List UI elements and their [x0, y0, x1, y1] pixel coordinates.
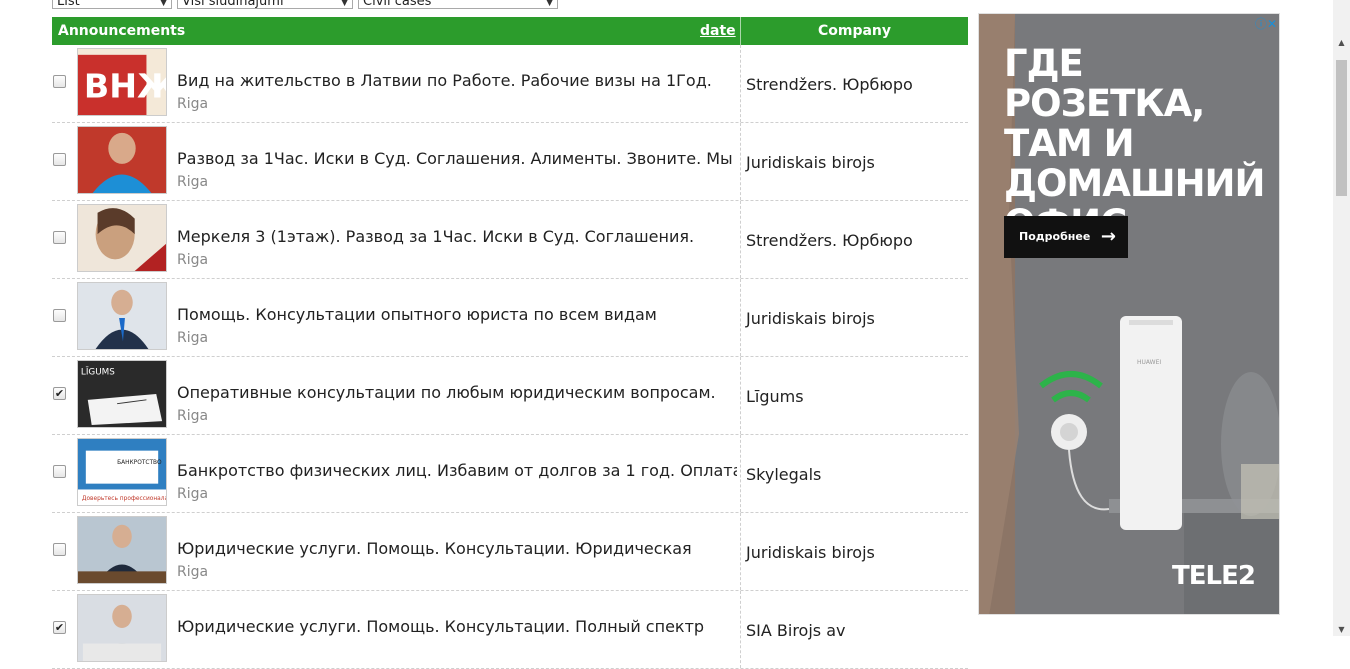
svg-text:ВНЖ: ВНЖ: [84, 67, 166, 106]
table-body: ВНЖ Вид на жительство в Латвии по Работе.…: [52, 45, 968, 669]
row-title-link[interactable]: Вид на жительство в Латвии по Работе. Ра…: [177, 71, 737, 90]
table-row[interactable]: Меркеля 3 (1этаж). Развод за 1Час. Иски …: [52, 201, 968, 279]
table-row[interactable]: Помощь. Консультации опытного юриста по …: [52, 279, 968, 357]
row-checkbox[interactable]: [53, 75, 66, 88]
row-checkbox[interactable]: ✔: [53, 387, 66, 400]
row-title-link[interactable]: Оперативные консультации по любым юридич…: [177, 383, 737, 402]
row-checkbox[interactable]: [53, 231, 66, 244]
page-scrollbar[interactable]: ▲ ▼: [1333, 0, 1350, 636]
chevron-down-icon: ▼: [341, 0, 348, 8]
svg-text:БАНКРОТСТВО: БАНКРОТСТВО: [117, 460, 162, 466]
device-brand: HUAWEI: [1137, 359, 1162, 366]
table-row[interactable]: БАНКРОТСТВО Доверьтесь профессионалам! Бан…: [52, 435, 968, 513]
svg-text:LĪGUMS: LĪGUMS: [81, 367, 115, 378]
row-divider: [740, 201, 741, 278]
chevron-down-icon: ▼: [160, 0, 167, 8]
row-title-link[interactable]: Развод за 1Час. Иски в Суд. Соглашения. …: [177, 149, 737, 168]
row-company[interactable]: Juridiskais birojs: [746, 309, 875, 328]
row-thumbnail[interactable]: [77, 594, 167, 662]
row-checkbox[interactable]: [53, 543, 66, 556]
scrollbar-thumb[interactable]: [1336, 60, 1347, 196]
row-thumbnail[interactable]: [77, 126, 167, 194]
row-company[interactable]: Juridiskais birojs: [746, 153, 875, 172]
row-city: Riga: [177, 486, 209, 502]
ad-headline: ГДЕ РОЗЕТКА, ТАМ И ДОМАШНИЙ ОФИС: [1004, 42, 1265, 244]
row-divider: [740, 45, 741, 122]
row-thumbnail[interactable]: LĪGUMS: [77, 360, 167, 428]
row-company[interactable]: Strendžers. Юрбюро: [746, 231, 913, 250]
arrow-right-icon: →: [1100, 226, 1116, 247]
row-title-link[interactable]: Юридические услуги. Помощь. Консультации…: [177, 617, 737, 636]
row-divider: [740, 591, 741, 668]
row-divider: [740, 279, 741, 356]
row-company[interactable]: Skylegals: [746, 465, 821, 484]
row-city: Riga: [177, 252, 209, 268]
row-title-link[interactable]: Меркеля 3 (1этаж). Развод за 1Час. Иски …: [177, 227, 737, 246]
row-city: Riga: [177, 174, 209, 190]
table-row[interactable]: Юридические услуги. Помощь. Консультации…: [52, 513, 968, 591]
sort-by-date-link[interactable]: date: [700, 23, 736, 39]
chevron-down-icon: ▼: [546, 0, 553, 8]
row-company[interactable]: SIA Birojs av: [746, 621, 845, 640]
row-divider: [740, 435, 741, 512]
table-row[interactable]: Развод за 1Час. Иски в Суд. Соглашения. …: [52, 123, 968, 201]
row-thumbnail[interactable]: ВНЖ: [77, 48, 167, 116]
row-title-link[interactable]: Банкротство физических лиц. Избавим от д…: [177, 461, 737, 480]
row-city: Riga: [177, 408, 209, 424]
row-city: Riga: [177, 330, 209, 346]
row-thumbnail[interactable]: [77, 282, 167, 350]
row-thumbnail[interactable]: [77, 204, 167, 272]
view-select-value: List: [57, 0, 80, 9]
row-title-link[interactable]: Помощь. Консультации опытного юриста по …: [177, 305, 737, 324]
svg-text:Доверьтесь профессионалам!: Доверьтесь профессионалам!: [82, 496, 166, 502]
announcements-table: Announcements date Company ВНЖ Вид на жит…: [52, 17, 968, 669]
row-company[interactable]: Juridiskais birojs: [746, 543, 875, 562]
ad-choices-icon[interactable]: ⓘ✕: [1255, 15, 1277, 32]
ad-more-label: Подробнее: [1019, 230, 1091, 243]
row-checkbox[interactable]: [53, 153, 66, 166]
row-checkbox[interactable]: [53, 465, 66, 478]
view-select[interactable]: List ▼: [52, 0, 172, 9]
row-divider: [740, 357, 741, 434]
type-select[interactable]: Visi sludinājumi ▼: [177, 0, 353, 9]
row-company[interactable]: Līgums: [746, 387, 804, 406]
table-row[interactable]: ВНЖ Вид на жительство в Латвии по Работе.…: [52, 45, 968, 123]
table-row[interactable]: ✔ LĪGUMS Оперативные консультации по любым…: [52, 357, 968, 435]
row-company[interactable]: Strendžers. Юрбюро: [746, 75, 913, 94]
scroll-up-icon[interactable]: ▲: [1333, 38, 1350, 47]
header-announcements: Announcements: [58, 23, 186, 39]
header-company: Company: [817, 23, 892, 39]
row-thumbnail[interactable]: [77, 516, 167, 584]
row-divider: [740, 513, 741, 590]
table-row[interactable]: ✔ Юридические услуги. Помощь. Консультаци…: [52, 591, 968, 669]
ad-more-button[interactable]: Подробнее →: [1004, 216, 1128, 258]
row-checkbox[interactable]: [53, 309, 66, 322]
row-divider: [740, 123, 741, 200]
row-city: Riga: [177, 564, 209, 580]
scroll-down-icon[interactable]: ▼: [1333, 625, 1350, 634]
row-city: Riga: [177, 96, 209, 112]
table-header: Announcements date Company: [52, 17, 968, 45]
category-select[interactable]: Civil cases ▼: [358, 0, 558, 9]
type-select-value: Visi sludinājumi: [182, 0, 284, 9]
category-select-value: Civil cases: [363, 0, 432, 9]
row-thumbnail[interactable]: БАНКРОТСТВО Доверьтесь профессионалам!: [77, 438, 167, 506]
row-checkbox[interactable]: ✔: [53, 621, 66, 634]
row-title-link[interactable]: Юридические услуги. Помощь. Консультации…: [177, 539, 737, 558]
advertisement[interactable]: ⓘ✕ ГДЕ РОЗЕТКА, ТАМ И ДОМАШНИЙ ОФИС Подр…: [978, 13, 1280, 615]
tele2-logo: TELE2: [1172, 561, 1256, 591]
